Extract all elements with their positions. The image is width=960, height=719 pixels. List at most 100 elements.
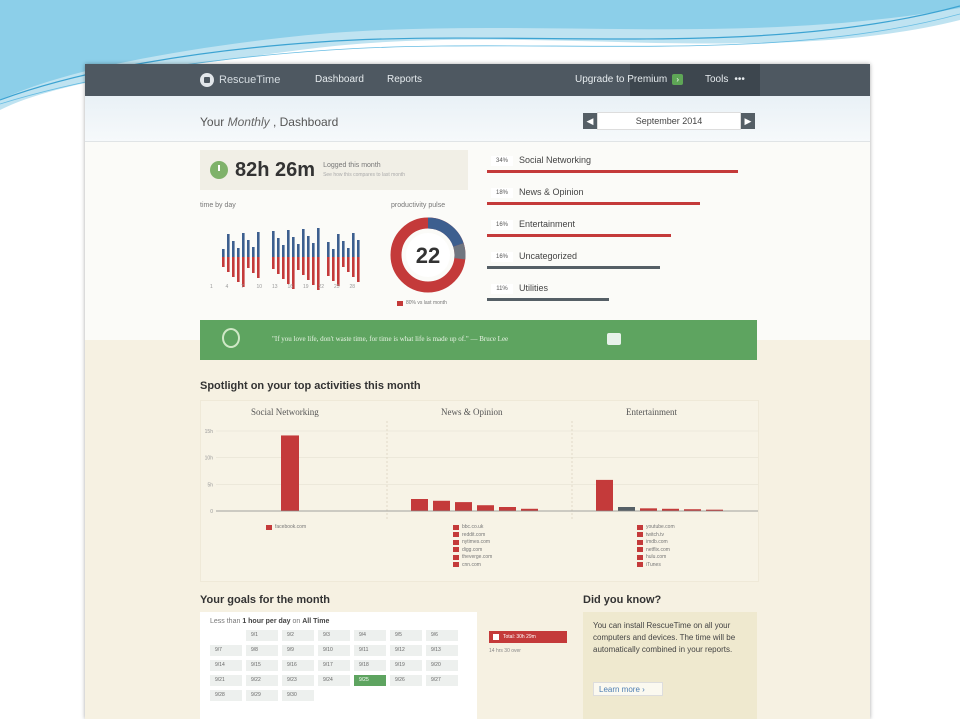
day-bar-productive: [287, 230, 290, 257]
calendar-day[interactable]: 9/21: [210, 675, 242, 686]
calendar-day[interactable]: 9/15: [246, 660, 278, 671]
calendar-day[interactable]: 9/2: [282, 630, 314, 641]
calendar-day[interactable]: 9/3: [318, 630, 350, 641]
legend-item[interactable]: hulu.com: [637, 554, 666, 560]
chevron-right-icon[interactable]: ▶: [741, 113, 755, 129]
legend-item[interactable]: nytimes.com: [453, 539, 490, 545]
month-selector[interactable]: September 2014: [597, 112, 741, 130]
calendar-day[interactable]: 9/27: [426, 675, 458, 686]
legend-item[interactable]: theverge.com: [453, 554, 492, 560]
day-tick: 22: [318, 284, 325, 290]
legend-swatch: [397, 300, 403, 306]
legend-item[interactable]: cnn.com: [453, 562, 481, 568]
legend-swatch: [266, 524, 272, 530]
calendar-day[interactable]: 9/25: [354, 675, 386, 686]
chevron-left-icon[interactable]: ◀: [583, 113, 597, 129]
day-bar-productive: [237, 248, 240, 257]
period-select[interactable]: Monthly: [228, 115, 270, 129]
day-bar-distracting: [227, 257, 230, 272]
category-row[interactable]: 16% Entertainment: [483, 214, 763, 246]
day-bar-distracting: [297, 257, 300, 270]
day-axis: 1 4 7 10 13 16 19 22 25 28: [200, 284, 370, 294]
legend-item[interactable]: youtube.com: [637, 524, 675, 530]
goals-subtitle-value[interactable]: 1 hour per day: [242, 618, 290, 625]
legend-label: hulu.com: [646, 554, 667, 560]
spotlight-bar[interactable]: [281, 435, 299, 511]
day-tick: 28: [349, 284, 356, 290]
calendar-day[interactable]: 9/1: [246, 630, 278, 641]
pulse-icon: [222, 328, 240, 348]
legend-item[interactable]: facebook.com: [266, 524, 306, 530]
calendar-day[interactable]: 9/6: [426, 630, 458, 641]
spotlight-bar[interactable]: [455, 502, 472, 511]
category-row[interactable]: 18% News & Opinion: [483, 182, 763, 214]
category-percent: 16%: [491, 252, 513, 262]
legend-item[interactable]: imdb.com: [637, 539, 668, 545]
spotlight-bar[interactable]: [596, 479, 613, 511]
calendar-day[interactable]: 9/29: [246, 690, 278, 701]
day-bar-distracting: [302, 257, 305, 275]
category-row[interactable]: 16% Uncategorized: [483, 246, 763, 278]
calendar-day[interactable]: 9/11: [354, 645, 386, 656]
more-dots-icon: •••: [734, 74, 745, 85]
calendar-day[interactable]: 9/24: [318, 675, 350, 686]
spotlight-bar[interactable]: [477, 505, 494, 511]
share-icon[interactable]: [607, 333, 621, 345]
legend-item[interactable]: reddit.com: [453, 532, 485, 538]
upgrade-button[interactable]: Upgrade to Premium ›: [575, 74, 684, 85]
calendar-day[interactable]: 9/10: [318, 645, 350, 656]
day-bar-productive: [232, 241, 235, 257]
learn-more-button[interactable]: Learn more ›: [593, 682, 663, 696]
calendar-day[interactable]: 9/18: [354, 660, 386, 671]
nav-link-dashboard[interactable]: Dashboard: [315, 74, 364, 85]
calendar-day[interactable]: 9/28: [210, 690, 242, 701]
logo-icon: [200, 73, 214, 87]
calendar-day[interactable]: 9/17: [318, 660, 350, 671]
legend-item[interactable]: twitch.tv: [637, 532, 664, 538]
summary-panel: 82h 26m Logged this month See how this c…: [85, 142, 870, 340]
goals-subtitle-target[interactable]: All Time: [302, 618, 329, 625]
calendar-day[interactable]: 9/5: [390, 630, 422, 641]
calendar-day[interactable]: 9/9: [282, 645, 314, 656]
calendar-day[interactable]: 9/20: [426, 660, 458, 671]
calendar-day[interactable]: 9/19: [390, 660, 422, 671]
category-bar: [487, 266, 660, 269]
calendar-day[interactable]: 9/7: [210, 645, 242, 656]
day-bar-distracting: [307, 257, 310, 280]
calendar-day[interactable]: 9/12: [390, 645, 422, 656]
calendar-day[interactable]: 9/4: [354, 630, 386, 641]
rescuetime-logo[interactable]: RescueTime: [200, 71, 280, 89]
calendar-day[interactable]: 9/14: [210, 660, 242, 671]
calendar-day[interactable]: 9/8: [246, 645, 278, 656]
category-row[interactable]: 11% Utilities: [483, 278, 763, 310]
legend-item[interactable]: bbc.co.uk: [453, 524, 483, 530]
legend-swatch: [637, 547, 643, 552]
calendar-day[interactable]: 9/23: [282, 675, 314, 686]
did-you-know-text: You can install RescueTime on all your c…: [593, 621, 736, 654]
spotlight-header-entertainment: Entertainment: [626, 407, 677, 417]
day-tick: 16: [287, 284, 294, 290]
spotlight-bar[interactable]: [411, 499, 428, 511]
legend-item[interactable]: netflix.com: [637, 547, 670, 553]
day-bar-productive: [337, 234, 340, 257]
calendar-day[interactable]: 9/13: [426, 645, 458, 656]
legend-swatch: [637, 554, 643, 560]
spotlight-bar[interactable]: [618, 507, 635, 511]
category-name: Utilities: [519, 283, 549, 293]
spotlight-bar[interactable]: [499, 507, 516, 511]
day-bar-distracting: [347, 257, 350, 272]
spotlight-panel: Social Networking News & Opinion Enterta…: [200, 400, 759, 582]
spotlight-bar[interactable]: [433, 500, 450, 511]
legend-swatch: [453, 524, 459, 530]
tools-menu[interactable]: Tools •••: [705, 74, 745, 85]
day-bar-productive: [312, 243, 315, 257]
y-tick-label: 5h: [207, 482, 213, 488]
calendar-day[interactable]: 9/22: [246, 675, 278, 686]
calendar-day[interactable]: 9/26: [390, 675, 422, 686]
calendar-day[interactable]: 9/30: [282, 690, 314, 701]
legend-item[interactable]: iTunes: [637, 562, 661, 568]
legend-item[interactable]: digg.com: [453, 547, 482, 553]
category-row[interactable]: 34% Social Networking: [483, 150, 763, 182]
nav-link-reports[interactable]: Reports: [387, 74, 422, 85]
calendar-day[interactable]: 9/16: [282, 660, 314, 671]
